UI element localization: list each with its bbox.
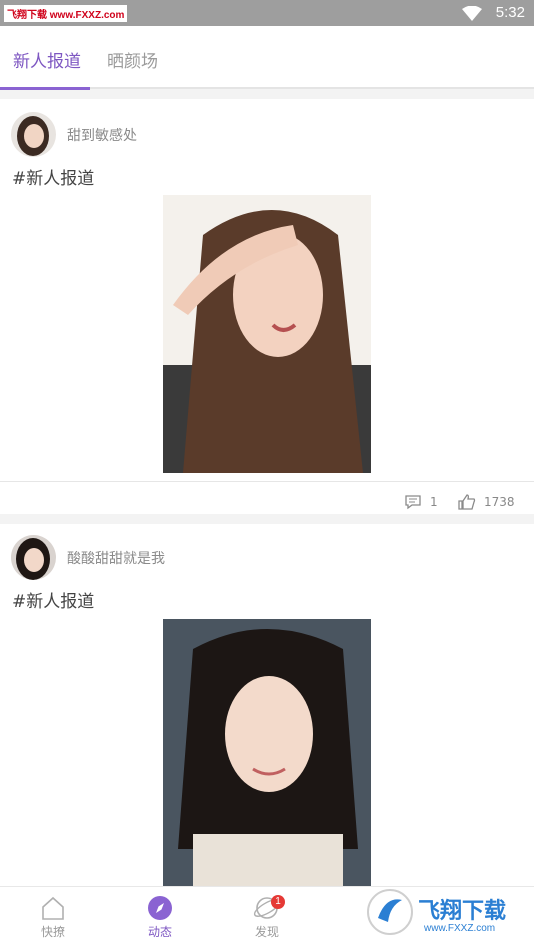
like-count[interactable]: 1738 xyxy=(458,494,515,510)
planet-icon xyxy=(237,893,297,923)
watermark-logo-icon xyxy=(367,889,413,935)
watermark-text: 飞翔下载 www.FXXZ.com xyxy=(4,5,128,22)
nav-item-kuaiiao[interactable]: 快撩 xyxy=(23,893,83,940)
feed-list[interactable]: 甜到敏感处 #新人报道 1 1738 酸酸甜甜就是我 #新人报道 xyxy=(0,91,534,886)
watermark-title: 飞翔下载 xyxy=(418,899,507,924)
post-card: 酸酸甜甜就是我 #新人报道 xyxy=(0,524,534,886)
nav-item-dongtai[interactable]: 动态 xyxy=(130,893,190,940)
status-bar: 飞翔下载 www.FXXZ.com 5:32 xyxy=(0,0,534,26)
avatar[interactable] xyxy=(11,535,56,580)
compass-icon xyxy=(130,893,190,923)
site-watermark: 飞翔下载 www.FXXZ.com xyxy=(366,888,526,940)
top-tab-bar: 新人报道 晒颜场 xyxy=(0,26,534,90)
post-divider xyxy=(0,481,534,482)
post-photo[interactable] xyxy=(163,195,371,473)
username[interactable]: 甜到敏感处 xyxy=(67,125,137,145)
comment-count-value: 1 xyxy=(430,495,438,509)
avatar[interactable] xyxy=(11,112,56,157)
nav-label: 动态 xyxy=(147,925,172,939)
notification-badge: 1 xyxy=(271,895,285,909)
comment-count[interactable]: 1 xyxy=(404,494,438,510)
nav-label: 快撩 xyxy=(40,925,65,939)
like-count-value: 1738 xyxy=(484,495,515,509)
status-time: 5:32 xyxy=(495,4,525,21)
post-photo[interactable] xyxy=(163,619,371,886)
home-icon xyxy=(23,893,83,923)
nav-label: 发现 xyxy=(254,925,279,939)
active-tab-indicator xyxy=(0,87,90,90)
tab-newcomer[interactable]: 新人报道 xyxy=(13,47,81,72)
username[interactable]: 酸酸甜甜就是我 xyxy=(67,548,165,568)
comment-icon xyxy=(404,494,422,510)
tab-selfie[interactable]: 晒颜场 xyxy=(107,47,158,72)
post-card: 甜到敏感处 #新人报道 1 1738 xyxy=(0,99,534,514)
thumbs-up-icon xyxy=(458,494,476,510)
post-tag[interactable]: #新人报道 xyxy=(12,587,94,612)
nav-item-faxian[interactable]: 1 发现 xyxy=(237,893,297,940)
wifi-icon xyxy=(462,5,482,25)
post-tag[interactable]: #新人报道 xyxy=(12,164,94,189)
watermark-url: www.FXXZ.com xyxy=(424,923,496,934)
